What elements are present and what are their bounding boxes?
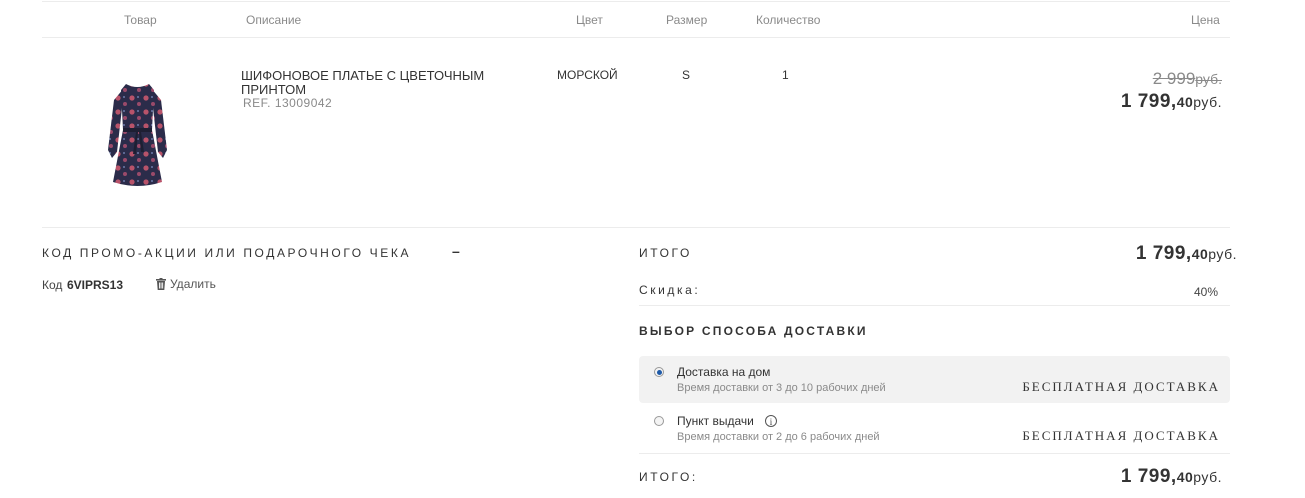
promo-remove-label: Удалить	[170, 277, 216, 291]
subtotal-label: ИТОГО	[639, 246, 692, 260]
summary-divider	[639, 305, 1230, 306]
product-ref: REF. 13009042	[243, 96, 333, 110]
row-divider	[42, 227, 1230, 228]
column-header-quantity: Количество	[756, 13, 821, 27]
item-price: 1 799,40руб.	[1022, 91, 1222, 113]
promo-code-label: Код	[42, 278, 63, 292]
delivery-option-pickup-cost: БЕСПЛАТНАЯ ДОСТАВКА	[1022, 428, 1220, 443]
column-header-description: Описание	[246, 13, 302, 27]
product-image[interactable]	[100, 80, 175, 190]
delivery-option-pickup[interactable]: Пункт выдачи i Время доставки от 2 до 6 …	[639, 405, 1230, 452]
item-price-cents: 40	[1176, 94, 1194, 110]
item-price-currency: руб.	[1193, 94, 1222, 110]
discount-value: 40%	[1194, 285, 1219, 299]
subtotal-price: 1 799,40руб.	[1037, 243, 1237, 265]
top-divider	[42, 1, 1230, 2]
header-divider	[42, 37, 1230, 38]
discount-label: Скидка:	[639, 283, 701, 297]
subtotal-price-main: 1 799,	[1135, 243, 1192, 264]
promo-collapse-toggle[interactable]: –	[452, 243, 460, 259]
info-icon[interactable]: i	[765, 415, 777, 427]
total-price-cents: 40	[1176, 469, 1194, 485]
old-price: 2 999руб.	[1062, 69, 1222, 89]
radio-icon[interactable]	[654, 367, 664, 377]
product-quantity: 1	[782, 68, 789, 82]
total-price-currency: руб.	[1193, 469, 1222, 485]
trash-icon	[156, 278, 166, 290]
total-divider	[639, 453, 1230, 454]
delivery-option-pickup-time: Время доставки от 2 до 6 рабочих дней	[677, 431, 880, 443]
delivery-option-home[interactable]: Доставка на дом Время доставки от 3 до 1…	[639, 356, 1230, 403]
old-price-currency: руб.	[1195, 71, 1222, 87]
delivery-title: ВЫБОР СПОСОБА ДОСТАВКИ	[639, 324, 868, 338]
column-header-color: Цвет	[576, 13, 603, 27]
product-name[interactable]: ШИФОНОВОЕ ПЛАТЬЕ С ЦВЕТОЧНЫМ ПРИНТОМ	[241, 69, 511, 97]
item-price-main: 1 799,	[1120, 91, 1177, 112]
total-price-main: 1 799,	[1120, 466, 1177, 487]
total-label: ИТОГО:	[639, 470, 698, 484]
promo-code-value: 6VIPRS13	[67, 278, 124, 292]
column-header-price: Цена	[1191, 13, 1220, 27]
radio-icon[interactable]	[654, 416, 664, 426]
delivery-option-home-label: Доставка на дом	[677, 365, 771, 379]
product-color: МОРСКОЙ	[557, 68, 618, 82]
promo-title[interactable]: КОД ПРОМО-АКЦИИ ИЛИ ПОДАРОЧНОГО ЧЕКА	[42, 246, 411, 260]
old-price-value: 2 999	[1152, 69, 1196, 88]
delivery-option-home-cost: БЕСПЛАТНАЯ ДОСТАВКА	[1022, 379, 1220, 394]
product-size: S	[682, 68, 691, 82]
subtotal-price-cents: 40	[1191, 246, 1209, 262]
dress-image	[108, 84, 167, 186]
column-header-product: Товар	[124, 13, 157, 27]
delivery-option-pickup-label: Пункт выдачи	[677, 414, 754, 428]
subtotal-price-currency: руб.	[1208, 246, 1237, 262]
promo-remove-button[interactable]: Удалить	[156, 277, 216, 291]
column-header-size: Размер	[666, 13, 708, 27]
delivery-option-home-time: Время доставки от 3 до 10 рабочих дней	[677, 382, 886, 394]
total-price: 1 799,40руб.	[1022, 466, 1222, 488]
